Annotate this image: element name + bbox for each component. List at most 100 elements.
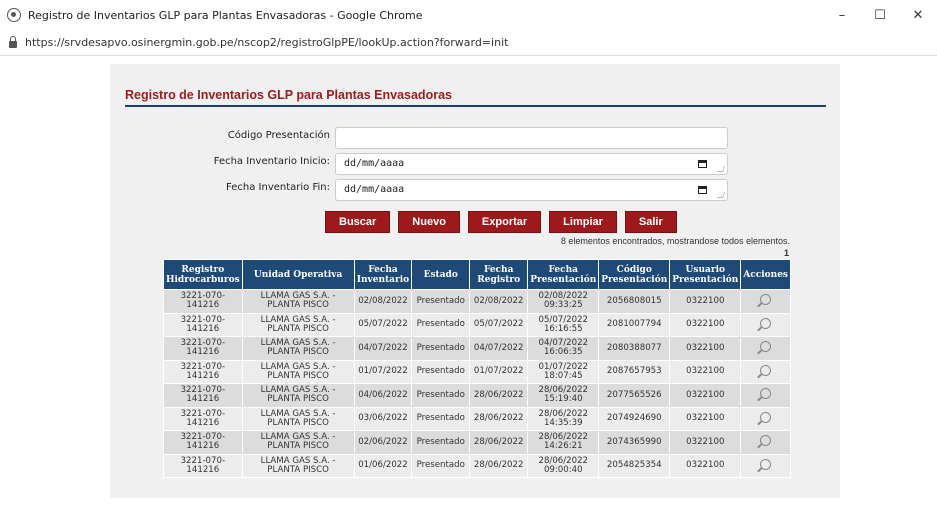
close-icon[interactable]: ✕: [899, 0, 937, 30]
table-cell: 02/08/2022: [469, 289, 529, 314]
minimize-icon[interactable]: –: [823, 0, 861, 30]
table-cell: LLAMA GAS S.A. - PLANTA PISCO: [241, 359, 355, 384]
table-cell: 0322100: [669, 289, 742, 314]
table-cell: Presentado: [411, 336, 471, 361]
buscar-button[interactable]: Buscar: [325, 211, 391, 233]
table-cell: 0322100: [669, 312, 742, 337]
table-cell: LLAMA GAS S.A. - PLANTA PISCO: [241, 406, 355, 431]
table-cell: 04/06/2022: [353, 383, 413, 408]
table-cell: 05/07/2022: [353, 312, 413, 337]
lock-icon: [9, 36, 17, 48]
table-cell: Presentado: [411, 359, 471, 384]
salir-button[interactable]: Salir: [624, 211, 677, 233]
actions-cell: [740, 430, 791, 455]
table-cell: 2054825354: [598, 453, 671, 478]
table-cell: 01/07/2022: [353, 359, 413, 384]
table-cell: 28/06/2022: [469, 406, 529, 431]
table-cell: 2074924690: [598, 406, 671, 431]
table-cell: Presentado: [411, 406, 471, 431]
result-count: 8 elementos encontrados, mostrandose tod…: [560, 236, 790, 246]
actions-cell: [740, 359, 791, 384]
url-text[interactable]: https://srvdesapvo.osinergmin.gob.pe/nsc…: [25, 36, 508, 49]
browser-titlebar: Registro de Inventarios GLP para Plantas…: [0, 0, 937, 30]
column-header: Código Presentación: [598, 259, 671, 290]
column-header: Fecha Inventario: [353, 259, 413, 290]
page: Registro de Inventarios GLP para Plantas…: [0, 57, 937, 508]
zoom-icon[interactable]: [760, 341, 772, 353]
zoom-icon[interactable]: [760, 317, 772, 329]
table-cell: 3221-070-141216: [163, 430, 243, 455]
table-header-row: Registro Hidrocarburos Unidad Operativa …: [163, 259, 791, 290]
column-header: Unidad Operativa: [241, 259, 355, 290]
table-row: 3221-070-141216 LLAMA GAS S.A. - PLANTA P…: [163, 383, 791, 408]
table-cell: 3221-070-141216: [163, 336, 243, 361]
fecha-fin-input[interactable]: dd/mm/aaaa: [335, 179, 728, 201]
resize-grip-icon: [716, 192, 726, 198]
table-cell: 04/07/2022 16:06:35: [527, 336, 600, 361]
table-cell: 05/07/2022 16:16:55: [527, 312, 600, 337]
calendar-icon[interactable]: [698, 186, 707, 194]
table-row: 3221-070-141216 LLAMA GAS S.A. - PLANTA P…: [163, 289, 791, 314]
table-cell: 2087657953: [598, 359, 671, 384]
fecha-fin-label: Fecha Inventario Fin:: [226, 182, 330, 193]
zoom-icon[interactable]: [760, 458, 772, 470]
fecha-inicio-input[interactable]: dd/mm/aaaa: [335, 153, 728, 175]
table-cell: LLAMA GAS S.A. - PLANTA PISCO: [241, 289, 355, 314]
table-cell: 3221-070-141216: [163, 383, 243, 408]
column-header: Fecha Registro: [469, 259, 529, 290]
address-bar[interactable]: https://srvdesapvo.osinergmin.gob.pe/nsc…: [0, 30, 937, 56]
zoom-icon[interactable]: [760, 435, 772, 447]
table-cell: 0322100: [669, 453, 742, 478]
table-row: 3221-070-141216 LLAMA GAS S.A. - PLANTA P…: [163, 359, 791, 384]
table-cell: Presentado: [411, 453, 471, 478]
exportar-button[interactable]: Exportar: [467, 211, 542, 233]
limpiar-button[interactable]: Limpiar: [549, 211, 617, 233]
calendar-icon[interactable]: [698, 160, 707, 168]
actions-cell: [740, 453, 791, 478]
table-cell: 3221-070-141216: [163, 359, 243, 384]
page-number[interactable]: 1: [784, 248, 789, 258]
results-table: Registro Hidrocarburos Unidad Operativa …: [163, 259, 791, 478]
table-cell: Presentado: [411, 312, 471, 337]
codigo-row: Código Presentación: [110, 127, 840, 149]
fecha-inicio-label: Fecha Inventario Inicio:: [213, 156, 330, 167]
table-cell: 0322100: [669, 383, 742, 408]
zoom-icon[interactable]: [760, 294, 772, 306]
zoom-icon[interactable]: [760, 388, 772, 400]
table-cell: 28/06/2022: [469, 430, 529, 455]
column-header: Fecha Presentación: [527, 259, 600, 290]
table-cell: 04/07/2022: [353, 336, 413, 361]
table-cell: 2056808015: [598, 289, 671, 314]
zoom-icon[interactable]: [760, 364, 772, 376]
table-cell: 28/06/2022 14:26:21: [527, 430, 600, 455]
table-row: 3221-070-141216 LLAMA GAS S.A. - PLANTA P…: [163, 430, 791, 455]
table-cell: 2077565526: [598, 383, 671, 408]
codigo-input[interactable]: [335, 127, 728, 149]
maximize-icon[interactable]: ☐: [861, 0, 899, 30]
table-row: 3221-070-141216 LLAMA GAS S.A. - PLANTA P…: [163, 336, 791, 361]
table-cell: LLAMA GAS S.A. - PLANTA PISCO: [241, 312, 355, 337]
table-cell: 2081007794: [598, 312, 671, 337]
table-row: 3221-070-141216 LLAMA GAS S.A. - PLANTA P…: [163, 406, 791, 431]
actions-cell: [740, 312, 791, 337]
table-cell: 02/08/2022 09:33:25: [527, 289, 600, 314]
column-header: Registro Hidrocarburos: [163, 259, 243, 290]
table-cell: Presentado: [411, 383, 471, 408]
column-header: Acciones: [740, 259, 791, 290]
table-cell: LLAMA GAS S.A. - PLANTA PISCO: [241, 383, 355, 408]
table-cell: 05/07/2022: [469, 312, 529, 337]
zoom-icon[interactable]: [760, 411, 772, 423]
table-cell: LLAMA GAS S.A. - PLANTA PISCO: [241, 453, 355, 478]
table-cell: 28/06/2022 09:00:40: [527, 453, 600, 478]
table-cell: 0322100: [669, 406, 742, 431]
main-panel: Registro de Inventarios GLP para Plantas…: [110, 64, 840, 498]
table-cell: 01/06/2022: [353, 453, 413, 478]
fecha-inicio-row: Fecha Inventario Inicio: dd/mm/aaaa: [110, 153, 840, 175]
fecha-fin-row: Fecha Inventario Fin: dd/mm/aaaa: [110, 179, 840, 201]
fecha-inicio-value: dd/mm/aaaa: [344, 158, 405, 169]
codigo-label: Código Presentación: [227, 130, 330, 141]
nuevo-button[interactable]: Nuevo: [398, 211, 460, 233]
table-cell: 02/06/2022: [353, 430, 413, 455]
table-cell: 03/06/2022: [353, 406, 413, 431]
table-row: 3221-070-141216 LLAMA GAS S.A. - PLANTA P…: [163, 312, 791, 337]
